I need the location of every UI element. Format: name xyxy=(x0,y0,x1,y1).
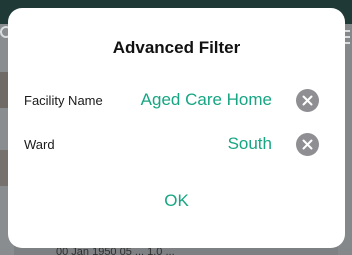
filter-label: Ward xyxy=(24,136,55,152)
filter-label: Facility Name xyxy=(24,92,103,108)
filter-value[interactable]: South xyxy=(228,134,296,154)
filter-row-facility-name: Facility Name Aged Care Home xyxy=(24,85,319,115)
dialog-title: Advanced Filter xyxy=(112,38,241,57)
filter-row-ward: Ward South xyxy=(24,129,319,159)
close-icon xyxy=(302,95,313,105)
clear-ward-button[interactable] xyxy=(296,132,319,156)
advanced-filter-dialog: Advanced Filter Facility Name Aged Care … xyxy=(8,8,345,248)
filter-value[interactable]: Aged Care Home xyxy=(141,90,296,110)
clear-facility-button[interactable] xyxy=(296,88,319,112)
ok-button[interactable]: OK xyxy=(8,191,345,211)
close-icon xyxy=(302,139,313,149)
